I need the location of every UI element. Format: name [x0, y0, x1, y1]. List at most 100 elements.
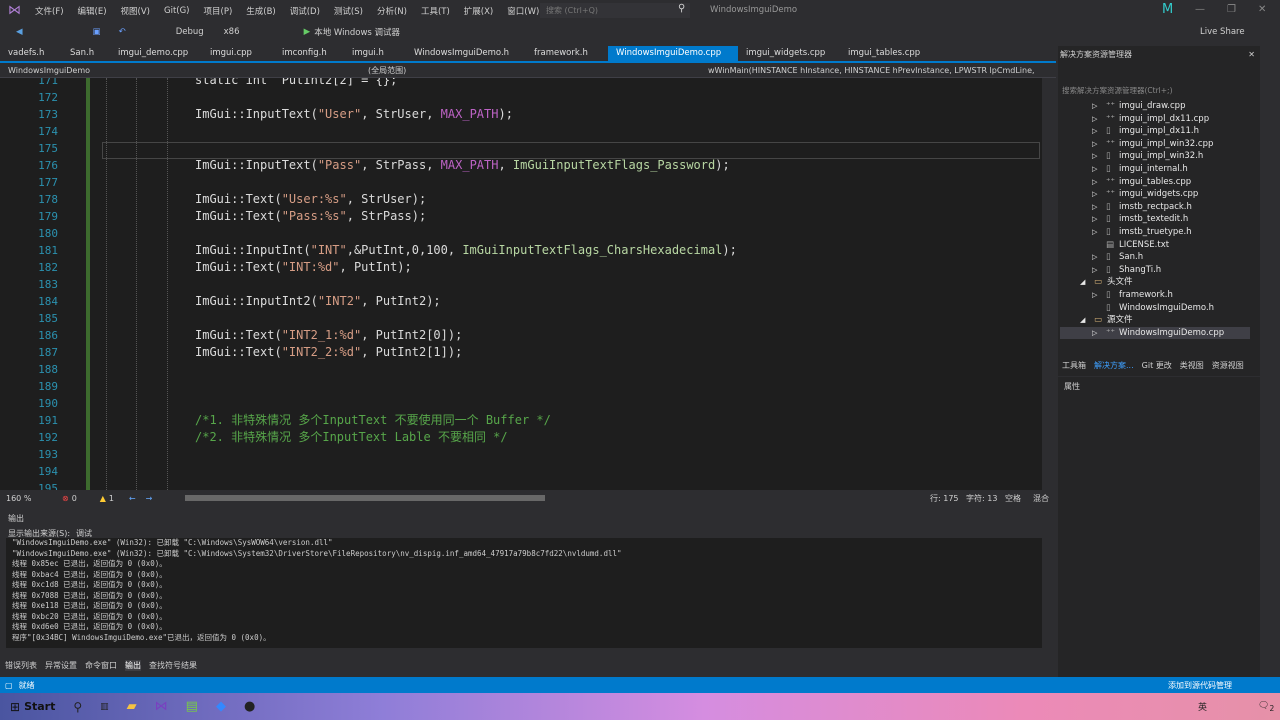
visual-studio-icon[interactable]: ⋈ [155, 699, 168, 714]
bottom-tab[interactable]: 异常设置 [45, 660, 77, 671]
horizontal-scrollbar[interactable] [185, 495, 545, 501]
notepad-icon[interactable]: ▤ [186, 699, 198, 714]
expand-arrow-icon[interactable]: ▷ [1092, 138, 1106, 151]
expand-arrow-icon[interactable]: ▷ [1092, 100, 1106, 113]
scope-dropdown[interactable]: (全局范围) [368, 65, 708, 76]
tab-san-h[interactable]: San.h [62, 46, 110, 61]
warning-icon[interactable]: ▲ [100, 494, 106, 503]
bottom-tab[interactable]: 查找符号结果 [149, 660, 197, 671]
menu-item[interactable]: 调试(D) [290, 5, 320, 17]
solution-search[interactable]: 搜索解决方案资源管理器(Ctrl+;) [1062, 85, 1173, 96]
tree-item[interactable]: ▷ ▯ imgui_impl_win32.h [1060, 150, 1250, 163]
search-box[interactable]: 搜索 (Ctrl+Q) [540, 3, 690, 18]
expand-arrow-icon[interactable]: ▷ [1092, 213, 1106, 226]
run-icon[interactable]: ▶ [304, 27, 311, 37]
back-icon[interactable]: ◀ [16, 27, 23, 37]
close-button[interactable]: ✕ [1258, 4, 1266, 15]
menu-item[interactable]: 视图(V) [121, 5, 150, 17]
bottom-tab[interactable]: 命令窗口 [85, 660, 117, 671]
close-icon[interactable]: ✕ [1248, 50, 1255, 59]
whitespace-indicator[interactable]: 空格 [1005, 493, 1021, 504]
solution-tab[interactable]: 工具箱 [1062, 360, 1086, 371]
taskbar-search-icon[interactable]: ⚲ [73, 700, 82, 714]
expand-arrow-icon[interactable]: ▷ [1092, 264, 1106, 277]
tree-item[interactable]: ▷ ▯ ShangTi.h [1060, 264, 1250, 277]
tab-windowsimguidemo-cpp[interactable]: WindowsImguiDemo.cpp [608, 46, 738, 61]
search-icon[interactable]: ⚲ [678, 3, 685, 14]
bottom-tab[interactable]: 错误列表 [5, 660, 37, 671]
tab-imconfig-h[interactable]: imconfig.h [274, 46, 344, 61]
run-button[interactable]: 本地 Windows 调试器 [314, 26, 400, 38]
tree-item[interactable]: ▷ ⁺⁺ imgui_tables.cpp [1060, 176, 1250, 189]
tab-vadefs-h[interactable]: vadefs.h [0, 46, 62, 61]
tab-imgui-h[interactable]: imgui.h [344, 46, 406, 61]
save-icon[interactable]: ▣ [93, 27, 101, 37]
line-indicator[interactable]: 行: 175 [930, 493, 959, 504]
menu-item[interactable]: 编辑(E) [78, 5, 107, 17]
expand-arrow-icon[interactable]: ▷ [1092, 113, 1106, 126]
menu-item[interactable]: 文件(F) [35, 5, 64, 17]
tab-imgui_tables-cpp[interactable]: imgui_tables.cpp [840, 46, 940, 61]
tree-item[interactable]: ▷ ▯ imstb_textedit.h [1060, 213, 1250, 226]
output-text[interactable]: "WindowsImguiDemo.exe" (Win32): 已卸载 "C:\… [6, 538, 1042, 648]
tree-item[interactable]: ▷ ▯ imgui_internal.h [1060, 163, 1250, 176]
menu-item[interactable]: 项目(P) [204, 5, 233, 17]
menu-item[interactable]: Git(G) [164, 6, 190, 16]
expand-arrow-icon[interactable]: ▷ [1092, 150, 1106, 163]
expand-arrow-icon[interactable]: ▷ [1092, 188, 1106, 201]
solution-tab[interactable]: 资源视图 [1212, 360, 1244, 371]
maximize-button[interactable]: ❐ [1227, 4, 1236, 15]
expand-arrow-icon[interactable]: ▷ [1092, 251, 1106, 264]
tab-imgui_widgets-cpp[interactable]: imgui_widgets.cpp [738, 46, 840, 61]
project-dropdown[interactable]: WindowsImguiDemo [8, 66, 368, 75]
tab-imgui-cpp[interactable]: imgui.cpp [202, 46, 274, 61]
warning-count[interactable]: 1 [109, 494, 129, 503]
tree-item[interactable]: ◢ ▭ 头文件 [1060, 276, 1250, 289]
minimize-button[interactable]: — [1195, 4, 1205, 15]
expand-arrow-icon[interactable]: ▷ [1092, 163, 1106, 176]
expand-arrow-icon[interactable]: ▷ [1092, 226, 1106, 239]
tree-item[interactable]: ▷ ⁺⁺ imgui_impl_win32.cpp [1060, 138, 1250, 151]
tree-item[interactable]: ▤ LICENSE.txt [1060, 239, 1250, 252]
expand-arrow-icon[interactable]: ▷ [1092, 201, 1106, 214]
tree-item[interactable]: ◢ ▭ 源文件 [1060, 314, 1250, 327]
tree-item[interactable]: ▷ ▯ imgui_impl_dx11.h [1060, 125, 1250, 138]
obs-icon[interactable]: ● [244, 699, 255, 714]
nav-back-icon[interactable]: ← [129, 494, 136, 503]
char-indicator[interactable]: 字符: 13 [966, 493, 997, 504]
menu-item[interactable]: 窗口(W) [507, 5, 539, 17]
menu-item[interactable]: 扩展(X) [464, 5, 493, 17]
tree-item[interactable]: ▷ ▯ San.h [1060, 251, 1250, 264]
undo-icon[interactable]: ↶ [119, 27, 126, 37]
code-editor[interactable]: 171 static int PutInt2[2] = {}; 172 173 ImGu… [0, 78, 1042, 490]
error-icon[interactable]: ⊗ [62, 494, 69, 503]
platform-select[interactable]: x86 [224, 27, 294, 37]
error-count[interactable]: 0 [72, 494, 100, 503]
app-icon[interactable]: ◆ [216, 699, 226, 714]
expand-arrow-icon[interactable]: ▷ [1092, 125, 1106, 138]
menu-item[interactable]: 分析(N) [377, 5, 407, 17]
tree-item[interactable]: ▷ ▯ imstb_rectpack.h [1060, 201, 1250, 214]
task-view-icon[interactable]: ▥ [100, 702, 109, 712]
file-explorer-icon[interactable]: ▰ [127, 699, 137, 714]
eol-indicator[interactable]: 混合 [1033, 493, 1049, 504]
solution-tab[interactable]: 解决方案... [1094, 360, 1134, 371]
vertical-scrollbar[interactable] [1042, 78, 1056, 490]
start-button[interactable]: Start [24, 700, 55, 713]
tree-item[interactable]: ▷ ▯ imstb_truetype.h [1060, 226, 1250, 239]
tree-item[interactable]: ▷ ⁺⁺ imgui_impl_dx11.cpp [1060, 113, 1250, 126]
solution-tab[interactable]: 类视图 [1180, 360, 1204, 371]
config-select[interactable]: Debug [176, 27, 204, 37]
tree-item[interactable]: ▷ ⁺⁺ imgui_widgets.cpp [1060, 188, 1250, 201]
tree-item[interactable]: ▷ ▯ framework.h [1060, 289, 1250, 302]
notification-icon[interactable]: 🗨2 [1258, 701, 1274, 713]
expand-arrow-icon[interactable]: ▷ [1092, 327, 1106, 340]
windows-icon[interactable]: ⊞ [10, 700, 20, 714]
tab-framework-h[interactable]: framework.h [526, 46, 608, 61]
solution-tab[interactable]: Git 更改 [1142, 360, 1172, 371]
tab-imgui_demo-cpp[interactable]: imgui_demo.cpp [110, 46, 202, 61]
function-dropdown[interactable]: wWinMain(HINSTANCE hInstance, HINSTANCE … [708, 66, 1035, 75]
tree-item[interactable]: ▷ ⁺⁺ imgui_draw.cpp [1060, 100, 1250, 113]
menu-item[interactable]: 测试(S) [334, 5, 363, 17]
expand-arrow-icon[interactable]: ◢ [1080, 276, 1094, 289]
